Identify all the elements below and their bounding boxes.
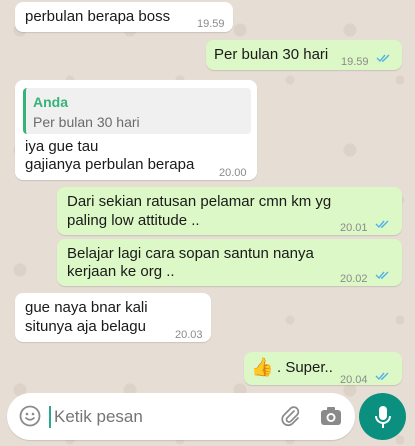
double-check-read-icon [375, 271, 389, 280]
quoted-author: Anda [33, 94, 68, 110]
message-bubble-outgoing[interactable]: Dari sekian ratusan pelamar cmn km yg pa… [57, 187, 402, 235]
double-check-read-icon [375, 372, 389, 381]
message-input[interactable] [52, 404, 256, 430]
message-time: 19.59 [341, 56, 369, 68]
message-bubble-outgoing[interactable]: Belajar lagi cara sopan santun nanya ker… [57, 239, 402, 286]
message-time: 19.59 [197, 18, 225, 30]
message-bubble-outgoing[interactable]: Per bulan 30 hari 19.59 [206, 40, 402, 70]
message-text-line: situnya aja belagu [25, 318, 146, 335]
microphone-icon [375, 406, 391, 428]
message-text-line: Belajar lagi cara sopan santun nanya [67, 245, 314, 262]
message-text-line: kerjaan ke org .. [67, 263, 175, 280]
message-bubble-outgoing[interactable]: 👍 . Super.. 20.04 [244, 352, 402, 386]
camera-icon[interactable] [319, 405, 343, 427]
message-time: 20.04 [340, 374, 368, 386]
message-bubble-incoming-reply[interactable]: Anda Per bulan 30 hari iya gue tau gajia… [15, 80, 257, 180]
message-time: 20.01 [340, 222, 368, 234]
message-time: 20.02 [340, 273, 368, 285]
message-text-line: iya gue tau [25, 138, 99, 155]
message-text: Per bulan 30 hari [214, 46, 329, 63]
message-composer [7, 393, 355, 440]
message-text-line: gue naya bnar kali [25, 299, 148, 316]
quoted-text: Per bulan 30 hari [33, 114, 140, 130]
double-check-read-icon [376, 54, 390, 63]
thumbs-up-emoji-icon: 👍 [251, 357, 274, 377]
emoji-smile-icon[interactable] [19, 405, 41, 427]
message-bubble-incoming[interactable]: perbulan berapa boss 19.59 [15, 2, 233, 32]
paperclip-icon[interactable] [279, 405, 301, 427]
message-text-line: paling low attitude .. [67, 212, 200, 229]
message-text-line: gajianya perbulan berapa [25, 156, 195, 173]
message-time: 20.00 [219, 167, 247, 179]
message-text: . Super.. [277, 359, 333, 376]
message-time: 20.03 [175, 329, 203, 341]
mic-button[interactable] [359, 393, 406, 440]
quoted-message[interactable]: Anda Per bulan 30 hari [23, 88, 251, 134]
text-cursor [49, 406, 51, 428]
message-text: perbulan berapa boss [25, 8, 171, 25]
message-text-line: Dari sekian ratusan pelamar cmn km yg [67, 193, 332, 210]
double-check-read-icon [375, 220, 389, 229]
message-bubble-incoming[interactable]: gue naya bnar kali situnya aja belagu 20… [15, 293, 211, 342]
